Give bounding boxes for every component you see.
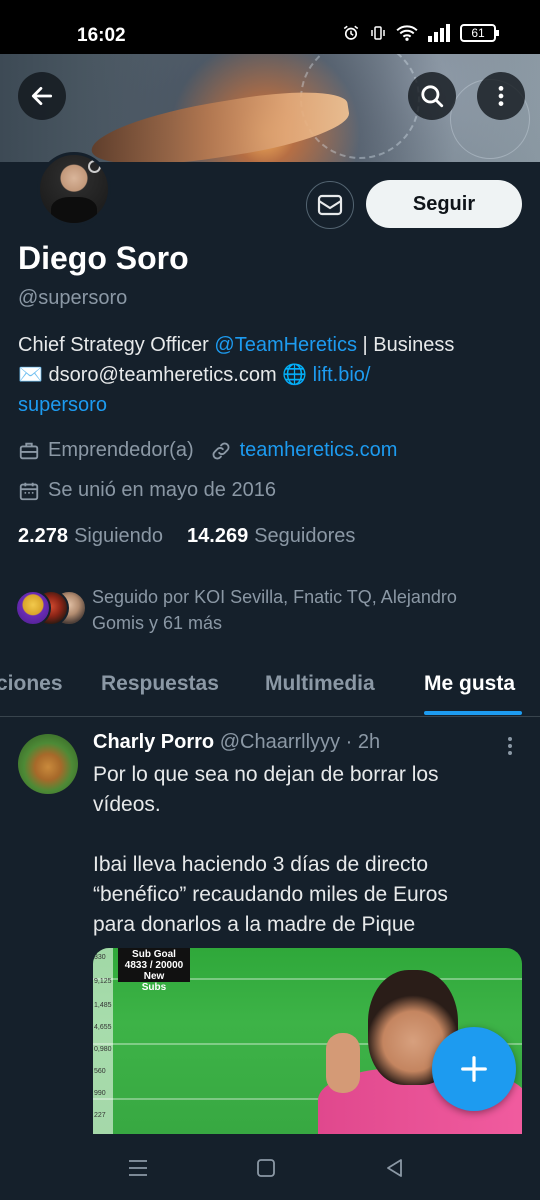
profile-stats: 2.278 Siguiendo 14.269 Seguidores <box>18 525 355 548</box>
compose-plus-icon <box>461 1056 487 1082</box>
sub-goal-value: 4833 / 20000 <box>124 960 184 971</box>
followed-by-text[interactable]: Seguido por KOI Sevilla, Fnatic TQ, Alej… <box>92 584 512 636</box>
more-vertical-icon <box>498 86 504 106</box>
following-label: Siguiendo <box>74 525 164 547</box>
tab-likes[interactable]: Me gusta <box>424 672 515 696</box>
avatar-detail <box>88 160 101 173</box>
player-figure <box>326 1033 360 1093</box>
tweet-text: Por lo que sea no dejan de borrar los ví… <box>93 760 523 940</box>
compose-button[interactable] <box>432 1027 516 1111</box>
tweet-author-avatar[interactable] <box>18 734 78 794</box>
profile-avatar[interactable] <box>37 152 111 226</box>
tweet-time: 2h <box>357 731 381 753</box>
avatar-detail <box>51 197 97 223</box>
mutual-followers-avatars[interactable] <box>15 590 87 628</box>
more-options-button[interactable] <box>477 72 525 120</box>
following-count: 2.278 <box>18 525 69 547</box>
tweet-text-line: Por lo que sea no dejan de borrar los <box>93 763 439 786</box>
scale-label: 1,485 <box>94 1002 112 1009</box>
profile-banner[interactable] <box>0 54 540 162</box>
signal-icon <box>428 24 450 42</box>
bio-text: | Business <box>356 334 455 356</box>
profile-handle: @supersoro <box>18 287 128 309</box>
active-tab-indicator <box>424 711 522 715</box>
home-square-icon[interactable] <box>255 1157 277 1179</box>
avatar <box>15 590 51 626</box>
bio-url-link[interactable]: lift.bio/ <box>307 364 371 386</box>
tweet-text-line: “benéfico” recaudando miles de Euros <box>93 883 448 906</box>
calendar-icon <box>18 480 40 502</box>
profile-website-link[interactable]: teamheretics.com <box>240 439 398 462</box>
bio-email: ✉️ dsoro@teamheretics.com <box>18 364 283 386</box>
system-navigation-bar <box>0 1134 540 1200</box>
tab-media[interactable]: Multimedia <box>265 672 375 696</box>
banner-hand-image <box>87 82 353 162</box>
back-triangle-icon[interactable] <box>384 1157 406 1179</box>
tweet-author-handle[interactable]: @Chaarrllyyy <box>220 731 340 753</box>
profile-name: Diego Soro <box>18 240 189 276</box>
scale-label: 9,125 <box>94 978 112 985</box>
profile-meta-row: Emprendedor(a) teamheretics.com <box>18 439 397 462</box>
profile-meta-row: Se unió en mayo de 2016 <box>18 479 276 502</box>
tweet-text-line: vídeos. <box>93 793 161 816</box>
scale-label: 560 <box>94 1068 106 1075</box>
link-icon <box>210 440 232 462</box>
tab-replies[interactable]: Respuestas <box>101 672 219 696</box>
tweet-text-line: para donarlos a la madre de Pique <box>93 913 416 936</box>
briefcase-icon <box>18 440 40 462</box>
scale-label: 990 <box>94 1090 106 1097</box>
followers-count: 14.269 <box>187 525 249 547</box>
battery-indicator: 61 <box>460 24 499 42</box>
sub-goal-label: Subs <box>141 982 167 993</box>
vibrate-icon <box>371 26 385 40</box>
back-button[interactable] <box>18 72 66 120</box>
tweet-text-line: Ibai lleva haciendo 3 días de directo <box>93 853 429 876</box>
scale-label: 0,980 <box>94 1046 112 1053</box>
tweet-separator: · <box>340 731 358 753</box>
search-button[interactable] <box>408 72 456 120</box>
following-stat[interactable]: 2.278 Siguiendo <box>18 525 163 548</box>
stream-scale-overlay: 330 9,125 1,485 4,655 0,980 560 990 227 <box>93 948 113 1134</box>
status-icons: 61 <box>342 24 499 42</box>
scale-label: 4,655 <box>94 1024 112 1031</box>
profile-category: Emprendedor(a) <box>48 439 194 461</box>
globe-icon: 🌐 <box>282 364 308 386</box>
status-time: 16:02 <box>77 25 126 46</box>
followers-stat[interactable]: 14.269 Seguidores <box>187 525 355 548</box>
tweet-more-button[interactable] <box>502 735 518 757</box>
tweet-header: Charly Porro @Chaarrllyyy · 2h <box>93 731 380 754</box>
bio-url-link-continued[interactable]: supersoro <box>18 394 107 416</box>
message-button[interactable] <box>306 181 354 229</box>
profile-joined-date: Se unió en mayo de 2016 <box>48 479 276 501</box>
scale-label: 227 <box>94 1112 106 1119</box>
mail-icon <box>317 194 343 216</box>
bio-text: Chief Strategy Officer <box>18 334 215 356</box>
bio-mention-link[interactable]: @TeamHeretics <box>214 334 357 356</box>
status-bar: 16:02 61 <box>0 0 540 54</box>
tweet-text-line <box>93 820 523 850</box>
scale-label: 330 <box>94 954 106 961</box>
profile-tabs: ciones Respuestas Multimedia Me gusta <box>0 655 540 717</box>
sub-goal-label: New <box>143 971 165 982</box>
search-icon <box>421 85 444 108</box>
tab-posts[interactable]: ciones <box>0 672 63 696</box>
sub-goal-title: Sub Goal <box>132 949 176 960</box>
alarm-icon <box>343 25 359 40</box>
wifi-icon <box>396 25 418 41</box>
followers-label: Seguidores <box>254 525 356 547</box>
follow-button[interactable]: Seguir <box>366 180 522 228</box>
sub-goal-counter: Sub Goal 4833 / 20000 New Subs <box>118 948 190 993</box>
more-vertical-icon <box>508 737 512 755</box>
recents-menu-icon[interactable] <box>127 1157 149 1179</box>
profile-bio: Chief Strategy Officer @TeamHeretics | B… <box>18 330 528 420</box>
back-arrow-icon <box>31 87 53 105</box>
tweet-author-name[interactable]: Charly Porro <box>93 731 214 753</box>
